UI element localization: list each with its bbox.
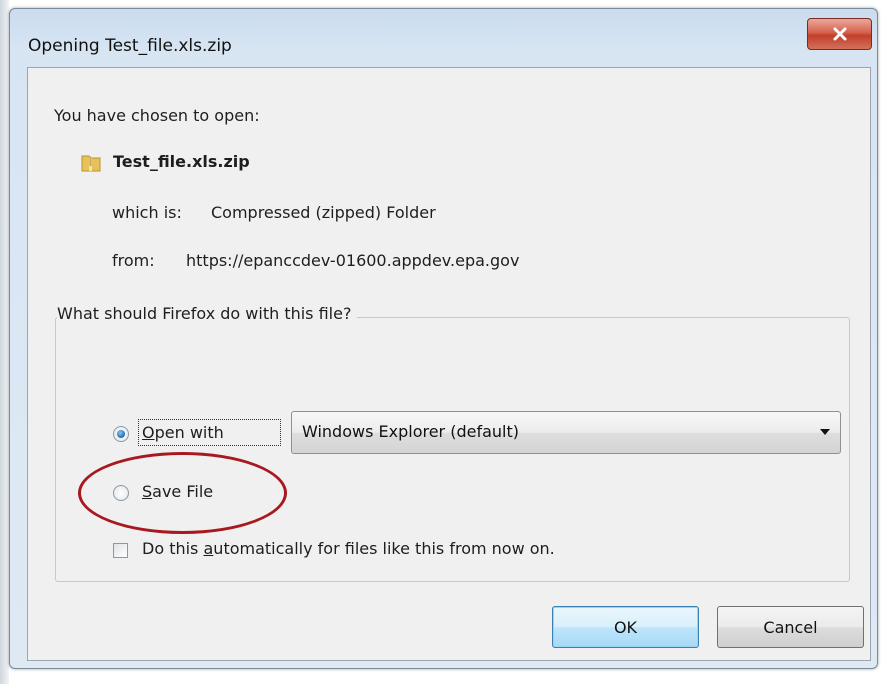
dialog-window: Opening Test_file.xls.zip You have chose… — [9, 8, 878, 669]
zip-file-icon — [81, 155, 101, 172]
open-with-label-rest: pen with — [154, 423, 224, 442]
open-with-label[interactable]: Open with — [142, 423, 224, 442]
auto-action-label-rest: utomatically for files like this from no… — [213, 539, 555, 558]
action-group-title: What should Firefox do with this file? — [57, 304, 358, 323]
open-with-accesskey: O — [142, 423, 155, 442]
application-select[interactable]: Windows Explorer (default) — [291, 411, 841, 454]
file-name: Test_file.xls.zip — [113, 152, 250, 171]
application-select-value: Windows Explorer (default) — [302, 422, 519, 441]
background-edge — [0, 0, 9, 684]
source-label: from: — [112, 251, 155, 270]
file-type-label: which is: — [112, 203, 182, 222]
dialog-body: You have chosen to open: Test_file.xls.z… — [27, 67, 871, 661]
open-prompt: You have chosen to open: — [54, 106, 260, 125]
source-url: https://epanccdev-01600.appdev.epa.gov — [186, 251, 520, 270]
annotation-circle — [78, 452, 287, 534]
file-type-value: Compressed (zipped) Folder — [211, 203, 436, 222]
auto-action-accesskey: a — [203, 539, 214, 558]
auto-action-checkbox[interactable] — [113, 543, 128, 558]
cancel-button[interactable]: Cancel — [717, 606, 864, 648]
close-icon — [833, 27, 846, 41]
auto-action-label-pre: Do this — [142, 539, 204, 558]
auto-action-label[interactable]: Do this automatically for files like thi… — [142, 539, 555, 558]
chevron-down-icon — [820, 429, 830, 435]
close-button[interactable] — [807, 18, 872, 50]
ok-button[interactable]: OK — [552, 606, 699, 648]
open-with-radio[interactable] — [113, 426, 129, 442]
window-title: Opening Test_file.xls.zip — [28, 36, 232, 56]
